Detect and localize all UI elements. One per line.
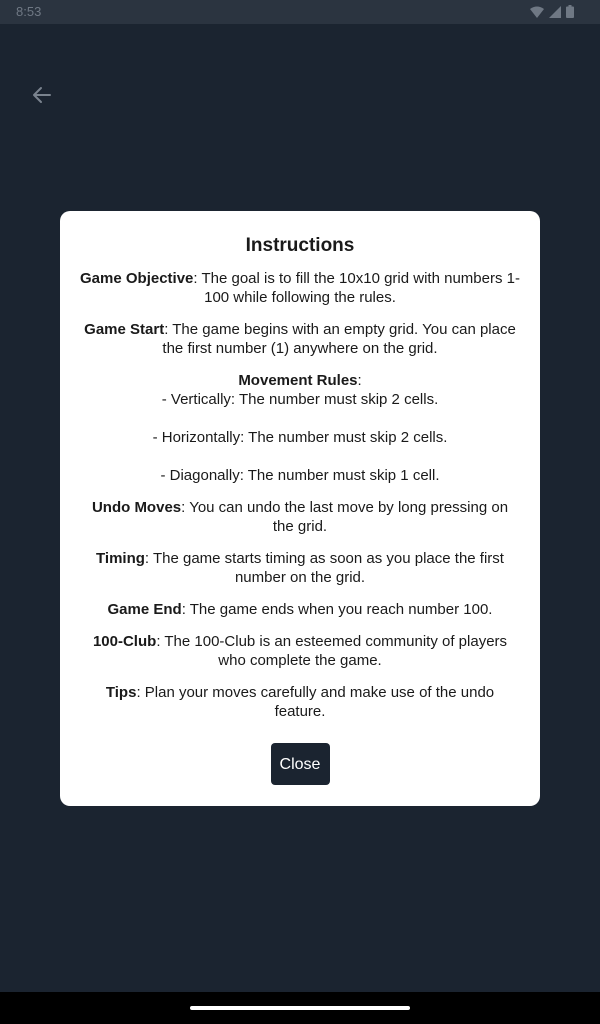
section-game-objective: Game Objective: The goal is to fill the …: [80, 269, 520, 307]
status-time: 8:53: [16, 4, 42, 19]
section-text: : The goal is to fill the 10x10 grid wit…: [193, 270, 520, 306]
section-game-end: Game End: The game ends when you reach n…: [80, 600, 520, 619]
section-text: :: [357, 372, 362, 389]
cellular-signal-icon: [549, 5, 561, 18]
section-tips: Tips: Plan your moves carefully and make…: [80, 683, 520, 721]
section-heading: Timing: [96, 550, 145, 567]
status-icons: [530, 5, 574, 18]
section-text: : The 100-Club is an esteemed community …: [156, 633, 508, 669]
section-heading: Game Start: [84, 321, 165, 338]
back-button[interactable]: [26, 81, 58, 113]
section-text: : Plan your moves carefully and make use…: [136, 684, 495, 720]
instructions-dialog: Instructions Game Objective: The goal is…: [60, 211, 540, 806]
battery-icon: [566, 5, 574, 18]
section-undo-moves: Undo Moves: You can undo the last move b…: [80, 498, 520, 536]
section-100-club: 100-Club: The 100-Club is an esteemed co…: [80, 632, 520, 670]
section-text: : The game begins with an empty grid. Yo…: [162, 321, 516, 357]
status-bar: 8:53: [0, 0, 600, 24]
section-timing: Timing: The game starts timing as soon a…: [80, 549, 520, 587]
section-text: : You can undo the last move by long pre…: [181, 499, 509, 535]
rule-diagonal: - Diagonally: The number must skip 1 cel…: [160, 467, 440, 484]
section-movement-rules: Movement Rules: - Vertically: The number…: [80, 371, 520, 485]
arrow-left-icon: [32, 85, 52, 110]
section-heading: Movement Rules: [238, 372, 358, 389]
section-heading: Tips: [105, 684, 137, 701]
rule-horizontal: - Horizontally: The number must skip 2 c…: [152, 429, 448, 446]
section-heading: Game End: [107, 601, 182, 618]
section-heading: Undo Moves: [91, 499, 182, 516]
navigation-bar: [0, 992, 600, 1024]
section-text: : The game ends when you reach number 10…: [181, 601, 493, 618]
dialog-title: Instructions: [245, 235, 355, 256]
section-heading: Game Objective: [80, 270, 194, 287]
close-button[interactable]: Close: [270, 743, 330, 785]
rule-vertical: - Vertically: The number must skip 2 cel…: [161, 391, 439, 408]
section-game-start: Game Start: The game begins with an empt…: [80, 320, 520, 358]
home-gesture-handle[interactable]: [190, 1006, 410, 1010]
wifi-icon: [530, 6, 544, 18]
section-heading: 100-Club: [92, 633, 157, 650]
section-text: : The game starts timing as soon as you …: [144, 550, 504, 586]
